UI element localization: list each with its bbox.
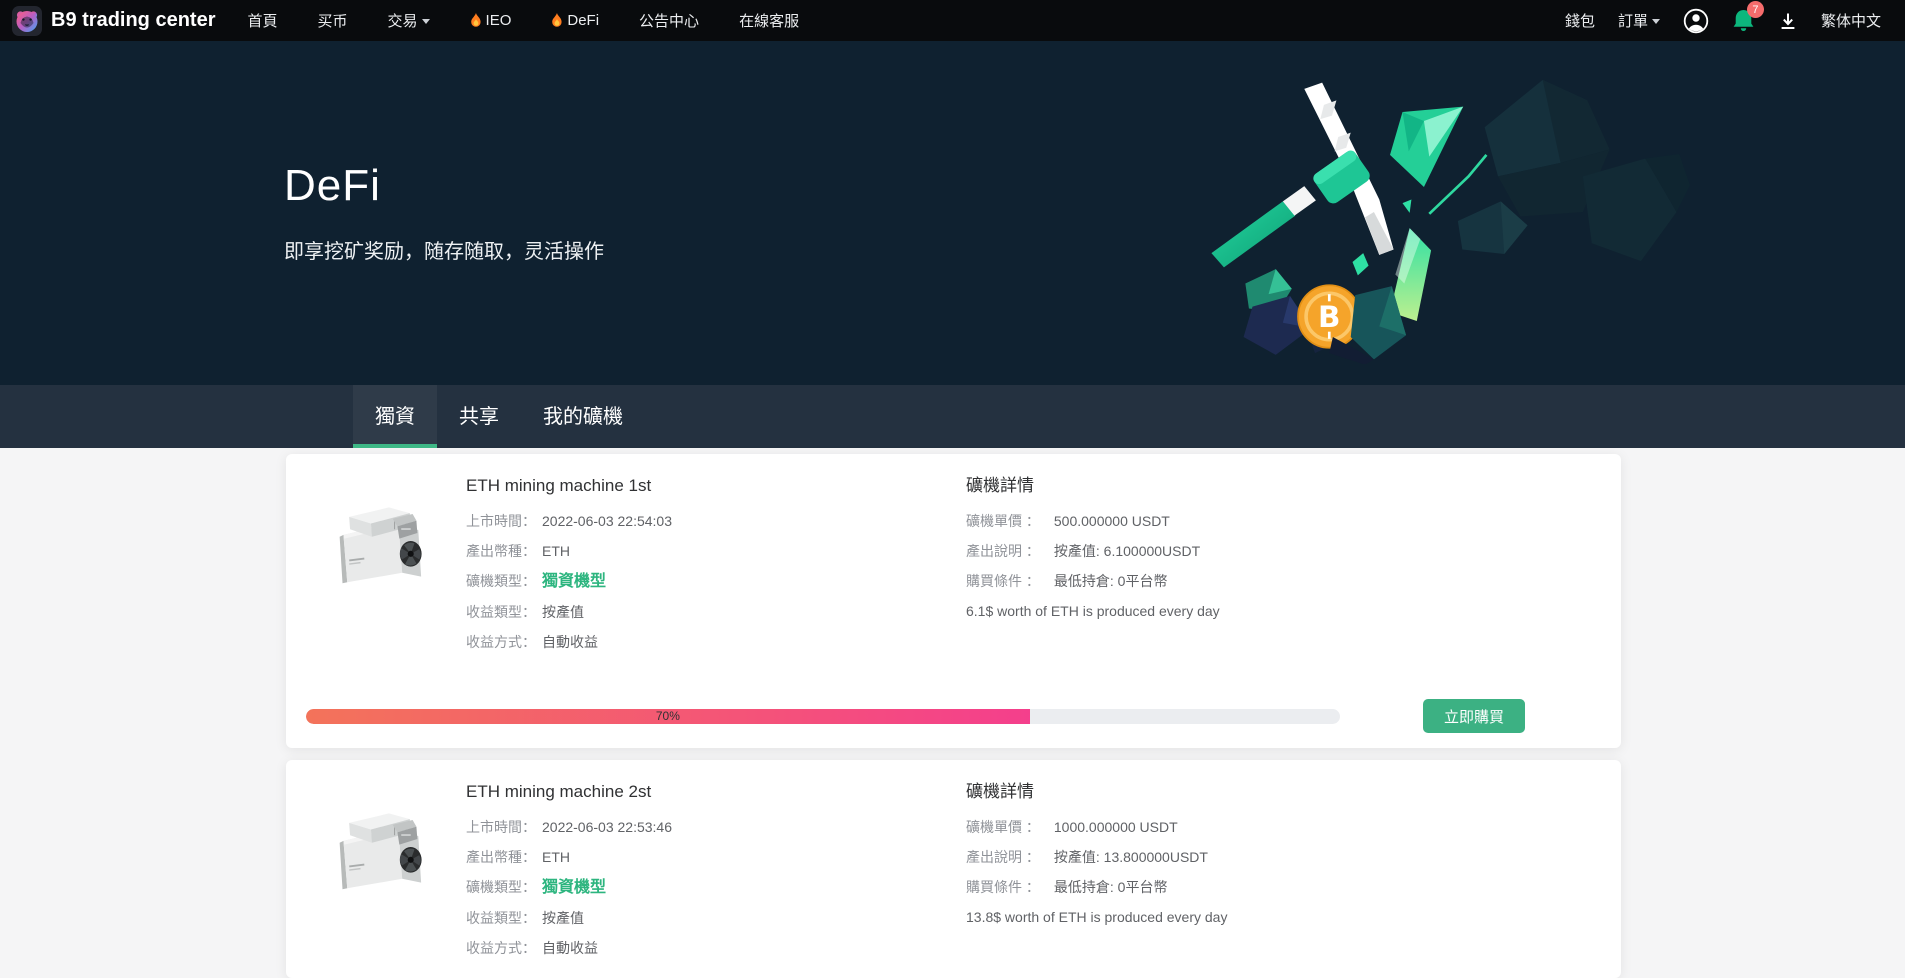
field-income-method: 收益方式：自動收益 — [466, 627, 966, 657]
detail-purchase-condition: 購買條件 ：最低持倉: 0平台幣 — [966, 872, 1601, 902]
brand-title[interactable]: B9 trading center — [51, 9, 215, 32]
hero-banner: DeFi 即享挖矿奖励，随存随取，灵活操作 — [0, 41, 1905, 385]
field-output-coin: 產出幣種：ETH — [466, 842, 966, 872]
flame-icon — [470, 13, 482, 28]
machine-title: ETH mining machine 2st — [466, 781, 966, 803]
progress-bar: 70% — [306, 709, 1340, 724]
nav-trade[interactable]: 交易 — [388, 10, 430, 31]
nav-defi[interactable]: DeFi — [551, 12, 599, 29]
detail-output-desc: 產出說明 ：按產值: 6.100000USDT — [966, 536, 1601, 566]
brand-logo-icon[interactable] — [12, 6, 42, 36]
buy-now-button[interactable]: 立即購買 — [1423, 699, 1525, 733]
nav-buy-coin[interactable]: 买币 — [318, 10, 348, 31]
field-listing-time: 上市時間：2022-06-03 22:54:03 — [466, 506, 966, 536]
details-heading: 礦機詳情 — [966, 475, 1601, 497]
nav-announcements[interactable]: 公告中心 — [639, 10, 699, 31]
mining-illustration: B — [1190, 69, 1690, 364]
machine-title: ETH mining machine 1st — [466, 475, 966, 497]
mining-tabs-bar: 獨資 共享 我的礦機 — [0, 385, 1905, 448]
progress-fill: 70% — [306, 709, 1030, 724]
tab-shared[interactable]: 共享 — [437, 385, 521, 448]
field-machine-type: 礦機類型：獨資機型 — [466, 872, 966, 903]
nav-home[interactable]: 首頁 — [247, 10, 277, 31]
nav-orders[interactable]: 訂單 — [1618, 10, 1660, 31]
field-income-type: 收益類型：按產值 — [466, 903, 966, 933]
nav-support[interactable]: 在線客服 — [739, 10, 799, 31]
main-menu: 首頁 买币 交易 IEO DeFi 公告中心 在線客服 — [247, 10, 799, 31]
notification-badge: 7 — [1747, 1, 1764, 18]
detail-purchase-condition: 購買條件 ：最低持倉: 0平台幣 — [966, 566, 1601, 596]
download-icon[interactable] — [1778, 11, 1798, 31]
caret-down-icon — [1652, 19, 1660, 28]
language-switcher[interactable]: 繁体中文 — [1821, 10, 1881, 31]
field-machine-type: 礦機類型：獨資機型 — [466, 566, 966, 597]
mining-machine-image — [306, 780, 466, 963]
field-output-coin: 產出幣種：ETH — [466, 536, 966, 566]
tab-solo[interactable]: 獨資 — [353, 385, 437, 448]
caret-down-icon — [422, 19, 430, 28]
mining-machine-card: ETH mining machine 2st 上市時間：2022-06-03 2… — [286, 760, 1621, 978]
flame-icon — [551, 13, 563, 28]
tab-my-machines[interactable]: 我的礦機 — [521, 385, 645, 448]
progress-percent-label: 70% — [656, 709, 680, 723]
daily-output-note: 6.1$ worth of ETH is produced every day — [966, 596, 1601, 626]
navbar-right: 錢包 訂單 7 繁体中 — [1565, 8, 1881, 34]
bell-icon[interactable]: 7 — [1732, 8, 1755, 33]
page-subtitle: 即享挖矿奖励，随存随取，灵活操作 — [284, 235, 604, 264]
field-listing-time: 上市時間：2022-06-03 22:53:46 — [466, 812, 966, 842]
field-income-method: 收益方式：自動收益 — [466, 933, 966, 963]
page-title: DeFi — [284, 161, 381, 211]
nav-ieo[interactable]: IEO — [470, 12, 512, 29]
nav-wallet[interactable]: 錢包 — [1565, 10, 1595, 31]
top-navbar: B9 trading center 首頁 买币 交易 IEO DeFi — [0, 0, 1905, 41]
mining-machine-image — [306, 474, 466, 657]
detail-unit-price: 礦機單價 ：500.000000 USDT — [966, 506, 1601, 536]
field-income-type: 收益類型：按產值 — [466, 597, 966, 627]
svg-text:B: B — [1318, 300, 1340, 334]
mining-machine-card: ETH mining machine 1st 上市時間：2022-06-03 2… — [286, 454, 1621, 748]
daily-output-note: 13.8$ worth of ETH is produced every day — [966, 902, 1601, 932]
details-heading: 礦機詳情 — [966, 781, 1601, 803]
detail-unit-price: 礦機單價 ：1000.000000 USDT — [966, 812, 1601, 842]
detail-output-desc: 產出說明 ：按產值: 13.800000USDT — [966, 842, 1601, 872]
machine-list: ETH mining machine 1st 上市時間：2022-06-03 2… — [286, 454, 1621, 978]
user-avatar-icon[interactable] — [1683, 8, 1709, 34]
